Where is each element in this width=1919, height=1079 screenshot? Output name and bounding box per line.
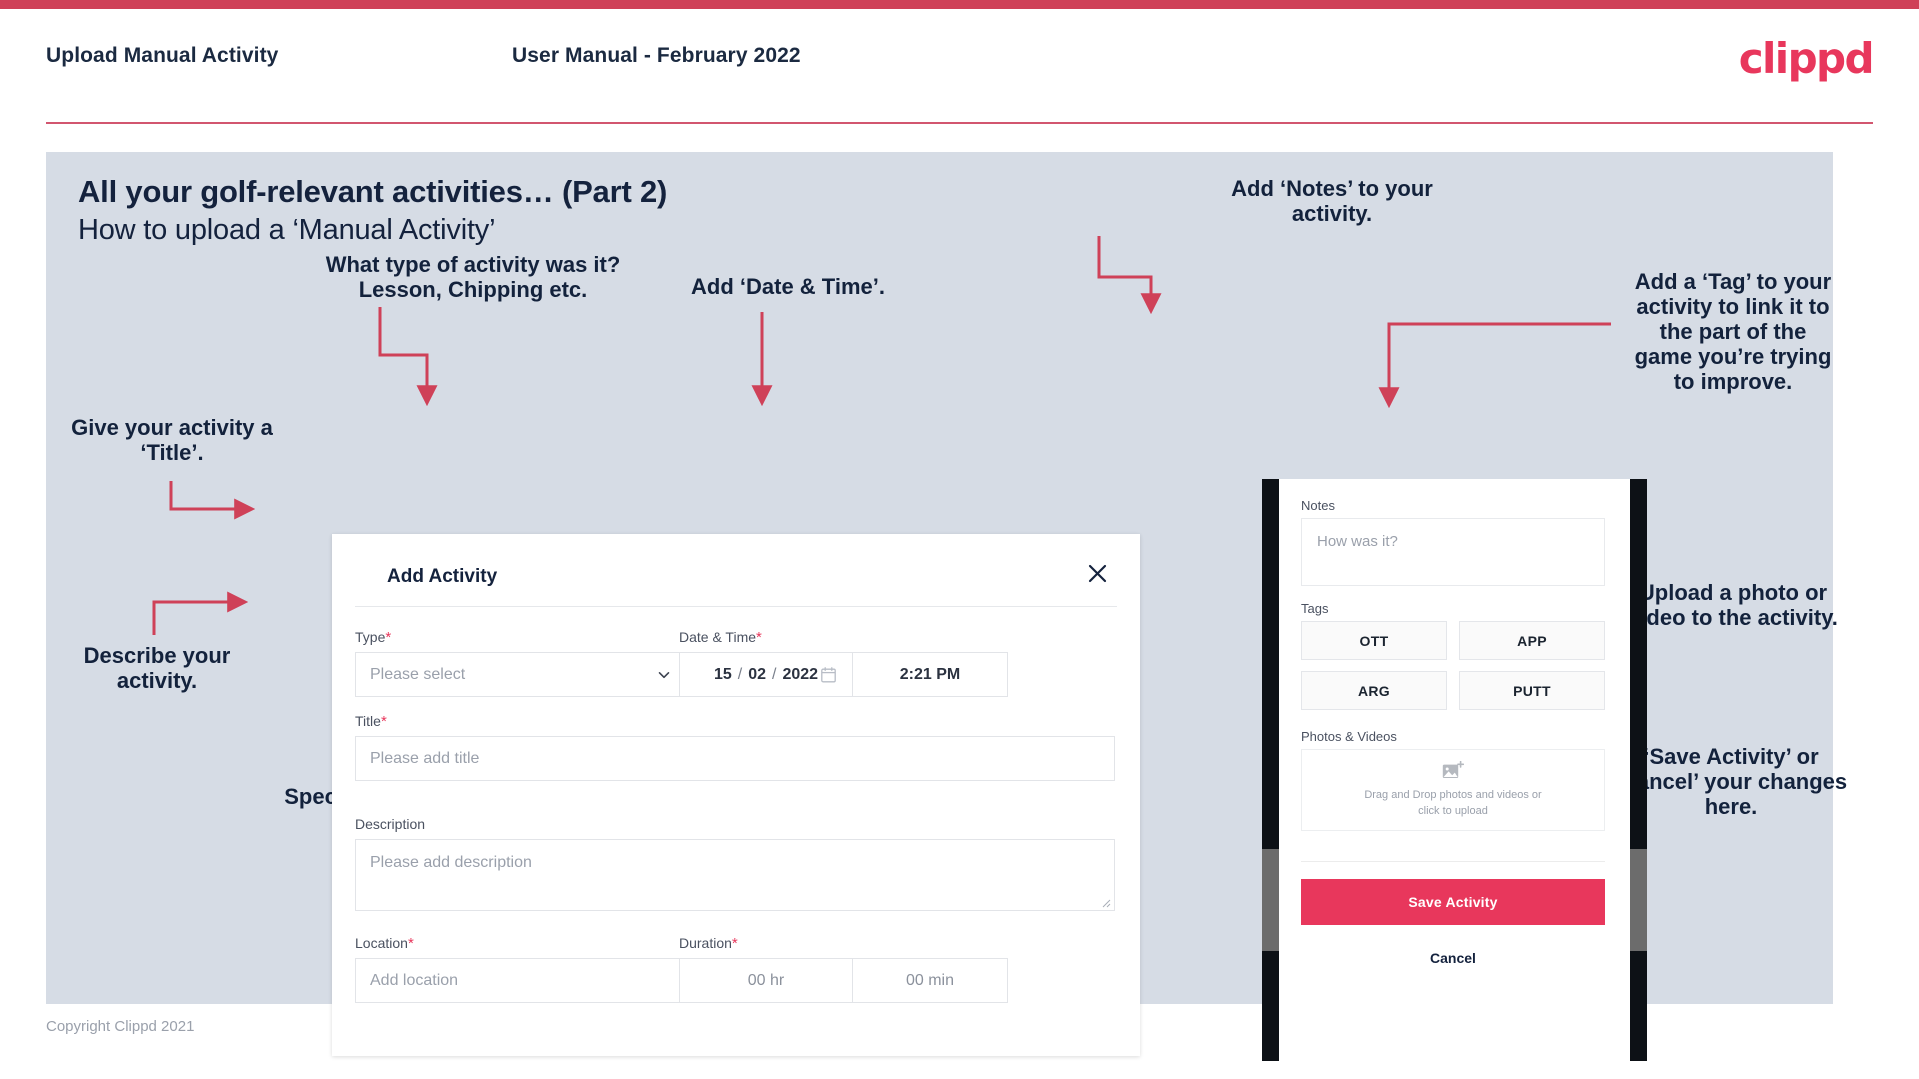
location-placeholder: Add location [370,971,459,989]
dialog-title: Add Activity [387,566,498,587]
date-sep-1: / [737,665,743,683]
duration-label-text: Duration [679,935,732,951]
phone-left-bezel [1262,479,1279,1061]
tag-putt[interactable]: PUTT [1459,671,1605,710]
description-label: Description [355,816,425,832]
duration-hours-input[interactable]: 00 hr [679,958,853,1003]
dialog-header-divider [355,606,1117,607]
description-label-text: Description [355,816,426,832]
datetime-required-mark: * [756,629,762,646]
phone-screen: Notes How was it? Tags OTT APP ARG PUTT … [1279,479,1630,1061]
tag-putt-label: PUTT [1513,682,1551,699]
notes-label: Notes [1301,498,1335,513]
description-textarea[interactable]: Please add description [355,839,1115,911]
top-accent-bar [0,0,1919,9]
tag-app[interactable]: APP [1459,621,1605,660]
resize-grip-icon[interactable] [1101,898,1111,908]
location-required-mark: * [407,935,414,952]
datetime-group: 15 / 02 / 2022 2:21 PM [679,652,1008,697]
date-year: 2022 [782,665,819,683]
duration-required-mark: * [731,935,738,952]
date-sep-2: / [772,665,777,683]
save-activity-button[interactable]: Save Activity [1301,879,1605,925]
time-value: 2:21 PM [899,665,961,683]
dropzone-line-1: Drag and Drop photos and videos or [1364,788,1542,801]
type-placeholder: Please select [370,665,466,683]
cancel-button[interactable]: Cancel [1301,941,1605,975]
add-image-icon [1442,760,1464,778]
location-input[interactable]: Add location [355,958,687,1003]
date-month: 02 [748,665,766,683]
duration-hours-value: 00 hr [747,971,785,989]
datetime-label: Date & Time* [679,629,762,646]
photos-label: Photos & Videos [1301,729,1397,744]
type-required-mark: * [385,629,392,646]
calendar-icon[interactable] [821,666,836,683]
dropzone-text: Drag and Drop photos and videos or click… [1364,787,1541,820]
chevron-down-icon [658,671,670,678]
slide-page: Upload Manual Activity User Manual - Feb… [0,0,1919,1079]
date-input[interactable]: 15 / 02 / 2022 [679,652,853,697]
type-label-text: Type [355,629,386,645]
type-label: Type* [355,629,391,646]
time-input[interactable]: 2:21 PM [852,652,1008,697]
location-label: Location* [355,935,414,952]
date-day: 15 [713,665,732,683]
clippd-logo: clippd [1738,34,1875,83]
description-placeholder: Please add description [370,854,532,871]
location-label-text: Location [355,935,408,951]
datetime-label-text: Date & Time [679,629,757,645]
title-placeholder: Please add title [370,749,480,767]
tag-ott[interactable]: OTT [1301,621,1447,660]
duration-minutes-value: 00 min [905,971,955,989]
notes-placeholder: How was it? [1317,533,1398,550]
duration-minutes-input[interactable]: 00 min [852,958,1008,1003]
photo-dropzone[interactable]: Drag and Drop photos and videos or click… [1301,749,1605,831]
tags-label: Tags [1301,601,1329,616]
phone-volume-button-left [1262,849,1279,951]
duration-label: Duration* [679,935,738,952]
duration-group: 00 hr 00 min [679,958,1008,1003]
type-select[interactable]: Please select [355,652,687,697]
title-label: Title* [355,713,387,730]
phone-right-bezel [1630,479,1647,1061]
title-label-text: Title [355,713,381,729]
notes-input[interactable] [1301,518,1605,586]
tag-arg[interactable]: ARG [1301,671,1447,710]
cancel-label: Cancel [1430,950,1476,966]
footer-copyright: Copyright Clippd 2021 [46,1018,195,1035]
phone-mockup: Notes How was it? Tags OTT APP ARG PUTT … [1262,479,1647,1061]
title-required-mark: * [380,713,387,730]
tag-app-label: APP [1517,632,1547,649]
tag-ott-label: OTT [1359,632,1389,649]
dropzone-line-2: click to upload [1418,805,1488,817]
close-x-glyph [1088,564,1106,582]
close-icon[interactable] [1082,558,1112,588]
tag-arg-label: ARG [1357,682,1390,699]
page-subtitle: User Manual - February 2022 [512,44,801,67]
add-activity-dialog: Add Activity Type* Please select Date & … [332,534,1140,1056]
header-divider [46,122,1873,124]
phone-power-button-right [1630,849,1647,951]
page-title: Upload Manual Activity [46,44,279,67]
slide-body: All your golf-relevant activities… (Part… [46,152,1847,1061]
save-activity-label: Save Activity [1408,894,1498,910]
title-input[interactable]: Please add title [355,736,1115,781]
phone-divider [1301,861,1605,862]
